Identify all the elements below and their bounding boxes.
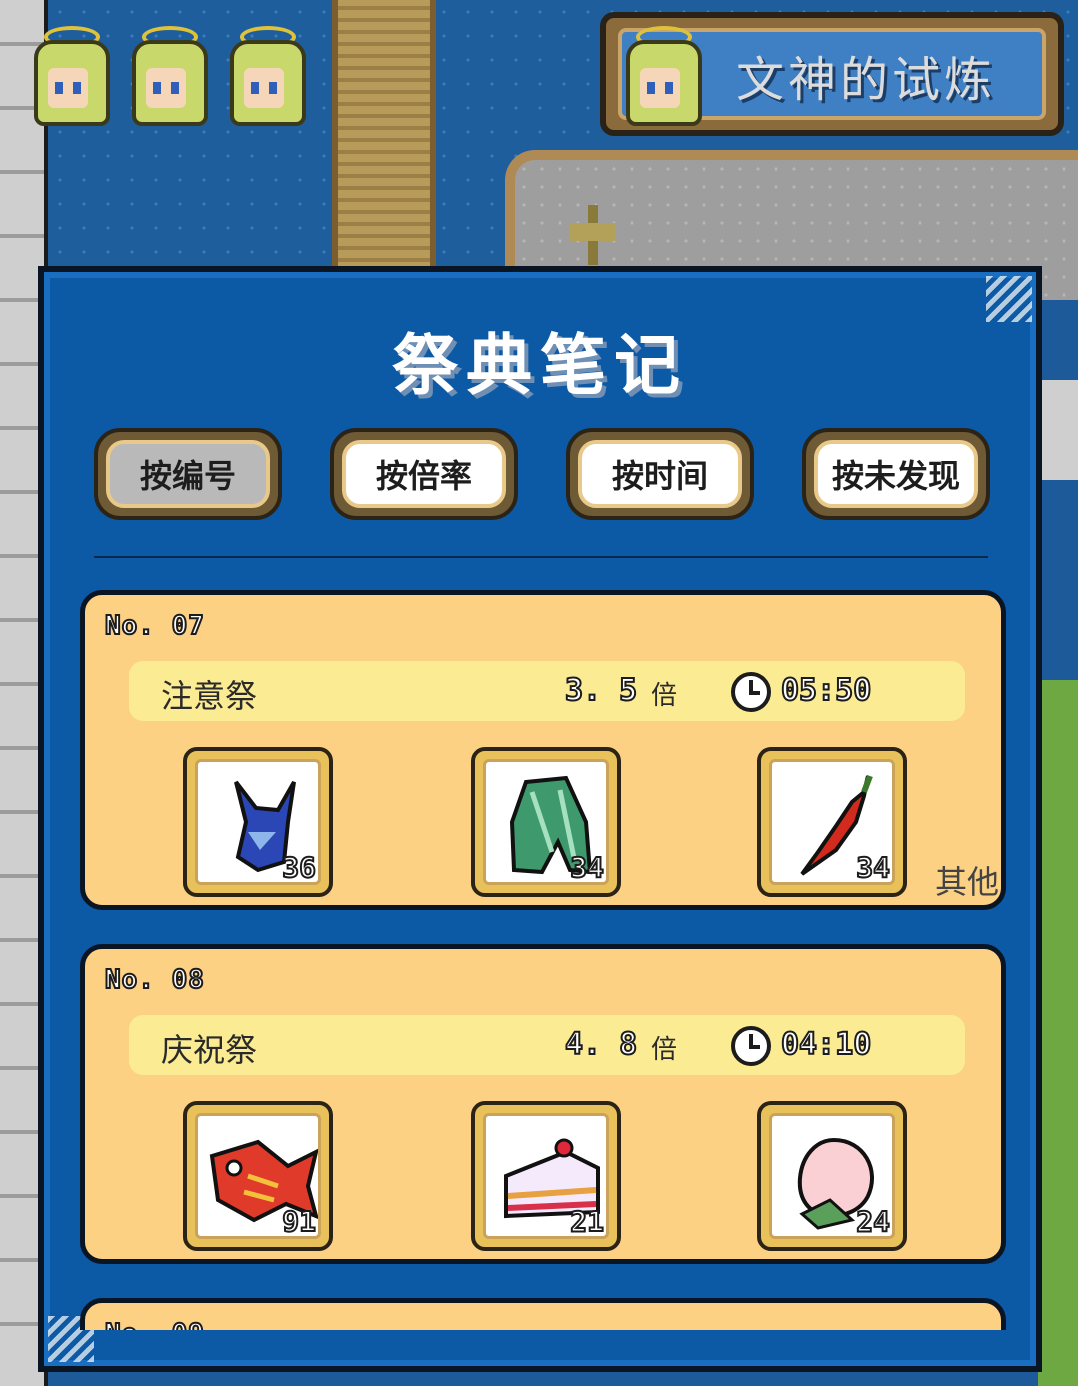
item-slot[interactable]: 36 <box>183 747 333 897</box>
item-count: 36 <box>281 850 317 884</box>
goddess-portrait-icon <box>622 26 702 126</box>
life-goddess-icon <box>128 26 208 126</box>
festival-card[interactable]: No. 09 <box>80 1298 1006 1330</box>
sort-by-undiscovered-button[interactable]: 按未发现 <box>802 428 990 520</box>
life-goddess-icon <box>226 26 306 126</box>
multiplier-unit: 倍 <box>651 1035 678 1065</box>
life-goddess-icon <box>30 26 110 126</box>
clock-icon <box>731 1026 771 1066</box>
lives-row <box>30 26 306 126</box>
sort-by-time-button[interactable]: 按时间 <box>566 428 754 520</box>
multiplier-value: 3. 5 <box>564 672 638 709</box>
item-slot[interactable]: 21 <box>471 1101 621 1251</box>
item-slot[interactable]: 34 <box>757 747 907 897</box>
signpost <box>570 205 616 265</box>
sort-by-multiplier-button[interactable]: 按倍率 <box>330 428 518 520</box>
panel-title: 祭典笔记 <box>392 327 688 404</box>
festival-info-bar: 注意祭 3. 5 倍 05:50 <box>129 661 965 721</box>
sort-button-label: 按倍率 <box>342 440 506 508</box>
clock-icon <box>731 672 771 712</box>
item-count: 34 <box>855 850 891 884</box>
goddess-trial-button[interactable]: 文神的试炼 <box>600 12 1064 136</box>
festival-card[interactable]: No. 07 注意祭 3. 5 倍 05:50 36 34 34 其他 <box>80 590 1006 910</box>
sort-button-label: 按未发现 <box>814 440 978 508</box>
festival-name: 庆祝祭 <box>161 1031 258 1069</box>
other-items-link[interactable]: 其他 <box>935 857 999 903</box>
grass-area <box>1038 680 1078 1386</box>
multiplier-unit: 倍 <box>651 681 678 711</box>
item-count: 21 <box>569 1204 605 1238</box>
divider <box>94 556 988 558</box>
trial-title: 文神的试炼 <box>736 52 997 108</box>
sort-button-label: 按编号 <box>106 440 270 508</box>
sort-button-label: 按时间 <box>578 440 742 508</box>
item-slot[interactable]: 34 <box>471 747 621 897</box>
item-slot[interactable]: 91 <box>183 1101 333 1251</box>
festival-number: No. 07 <box>104 610 205 642</box>
festival-number: No. 08 <box>104 964 205 996</box>
festival-number: No. 09 <box>104 1318 205 1330</box>
npc-sprite <box>1042 380 1078 480</box>
festival-notes-panel: 祭典笔记 按编号 按倍率 按时间 按未发现 No. 07 注意祭 3. 5 倍 … <box>38 266 1042 1372</box>
festival-list[interactable]: No. 07 注意祭 3. 5 倍 05:50 36 34 34 其他 No. … <box>80 590 1006 1330</box>
festival-time: 04:10 <box>780 1026 872 1063</box>
festival-name: 注意祭 <box>161 677 258 715</box>
item-count: 24 <box>855 1204 891 1238</box>
festival-time: 05:50 <box>780 672 872 709</box>
festival-card[interactable]: No. 08 庆祝祭 4. 8 倍 04:10 91 21 24 <box>80 944 1006 1264</box>
festival-info-bar: 庆祝祭 4. 8 倍 04:10 <box>129 1015 965 1075</box>
item-count: 34 <box>569 850 605 884</box>
sort-button-row: 按编号 按倍率 按时间 按未发现 <box>94 428 990 520</box>
item-count: 91 <box>281 1204 317 1238</box>
multiplier-value: 4. 8 <box>564 1026 638 1063</box>
wooden-bridge <box>332 0 436 270</box>
item-slot[interactable]: 24 <box>757 1101 907 1251</box>
sort-by-number-button[interactable]: 按编号 <box>94 428 282 520</box>
